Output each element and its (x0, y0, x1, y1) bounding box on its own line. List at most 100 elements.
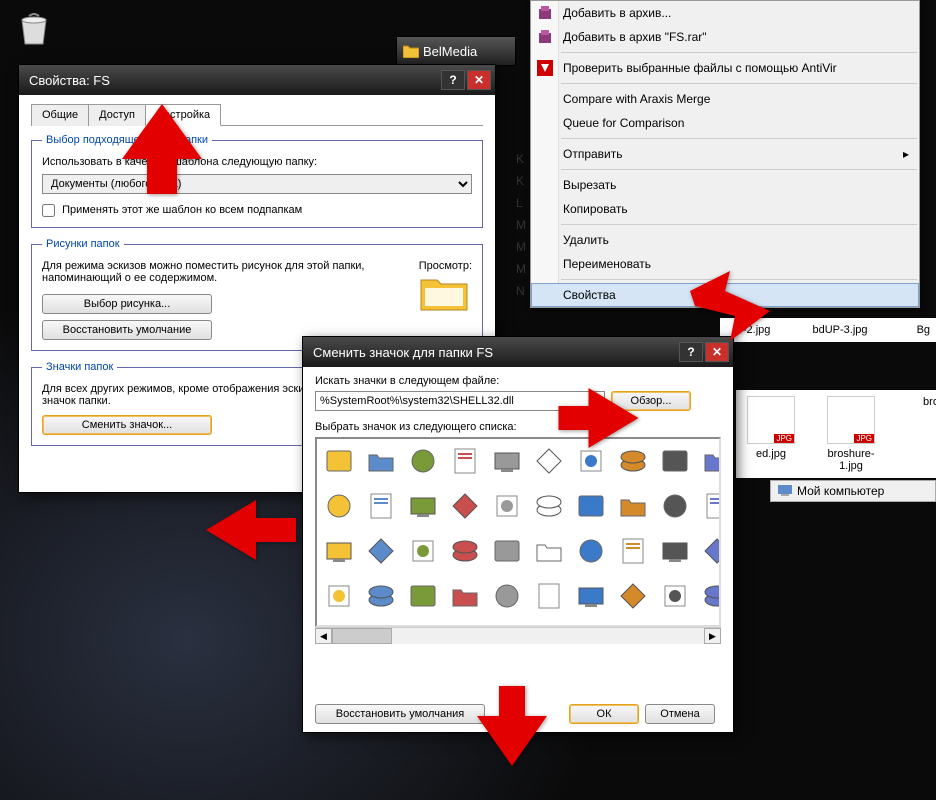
icon-option[interactable] (575, 580, 607, 612)
icon-option[interactable] (449, 490, 481, 522)
file-item[interactable]: Bg (891, 324, 936, 336)
menu-label: Копировать (563, 202, 628, 216)
menu-item-copy[interactable]: Копировать (531, 197, 919, 221)
tabs: Общие Доступ Настройка (31, 103, 483, 126)
menu-item-rename[interactable]: Переименовать (531, 252, 919, 276)
help-button[interactable] (679, 342, 703, 362)
my-computer-bar[interactable]: Мой компьютер (770, 480, 936, 502)
tab-settings[interactable]: Настройка (145, 104, 221, 126)
preview-label: Просмотр: (419, 260, 472, 272)
menu-item-delete[interactable]: Удалить (531, 228, 919, 252)
file-item[interactable]: bdUP-3.jpg (807, 324, 872, 336)
desktop-files-row-1: -2.jpg bdUP-3.jpg Bg (720, 318, 936, 342)
icon-option[interactable] (617, 445, 649, 477)
menu-item-add-archive-named[interactable]: Добавить в архив "FS.rar" (531, 25, 919, 49)
icon-path-input[interactable] (315, 391, 605, 411)
menu-label: Проверить выбранные файлы с помощью Anti… (563, 61, 837, 75)
restore-defaults-button[interactable]: Восстановить умолчания (315, 704, 485, 724)
folder-icon (403, 44, 419, 58)
icon-option[interactable] (491, 490, 523, 522)
icon-option[interactable] (323, 490, 355, 522)
icon-option[interactable] (575, 490, 607, 522)
icon-option[interactable] (701, 490, 721, 522)
icon-option[interactable] (323, 580, 355, 612)
file-item[interactable]: ed.jpg (740, 396, 802, 472)
choose-picture-button[interactable]: Выбор рисунка... (42, 294, 212, 314)
apply-sub-checkbox[interactable] (42, 204, 55, 217)
icon-option[interactable] (617, 535, 649, 567)
icon-option[interactable] (491, 535, 523, 567)
template-combo[interactable]: Документы (любого типа) (42, 174, 472, 194)
file-item[interactable]: bro (900, 396, 936, 472)
group-text: Для режима эскизов можно поместить рисун… (42, 260, 389, 284)
recycle-bin-icon[interactable] (14, 10, 54, 46)
antivir-icon (537, 60, 553, 76)
change-icon-dialog: Сменить значок для папки FS Искать значк… (302, 336, 734, 733)
icon-option[interactable] (449, 580, 481, 612)
icon-option[interactable] (533, 445, 565, 477)
icon-option[interactable] (533, 490, 565, 522)
scroll-thumb[interactable] (332, 628, 392, 644)
menu-label: Queue for Comparison (563, 116, 684, 130)
icon-option[interactable] (617, 490, 649, 522)
menu-label: Добавить в архив... (563, 6, 671, 20)
icon-option[interactable] (407, 535, 439, 567)
icon-option[interactable] (407, 490, 439, 522)
icon-option[interactable] (659, 490, 691, 522)
change-icon-button[interactable]: Сменить значок... (42, 415, 212, 435)
ok-button[interactable]: ОК (569, 704, 639, 724)
icon-option[interactable] (407, 445, 439, 477)
icon-option[interactable] (659, 535, 691, 567)
menu-item-send-to[interactable]: Отправить ▸ (531, 142, 919, 166)
menu-label: Добавить в архив "FS.rar" (563, 30, 707, 44)
close-button[interactable] (467, 70, 491, 90)
browse-button[interactable]: Обзор... (611, 391, 691, 411)
menu-item-properties[interactable]: Свойства (531, 283, 919, 307)
icon-option[interactable] (617, 580, 649, 612)
icon-option[interactable] (407, 580, 439, 612)
desktop-files-row-2: ed.jpg broshure-1.jpg bro (736, 390, 936, 478)
dialog-titlebar[interactable]: Сменить значок для папки FS (303, 337, 733, 367)
menu-item-queue-compare[interactable]: Queue for Comparison (531, 111, 919, 135)
scroll-right-icon[interactable]: ▶ (704, 628, 721, 644)
icon-option[interactable] (323, 535, 355, 567)
scroll-left-icon[interactable]: ◀ (315, 628, 332, 644)
cancel-button[interactable]: Отмена (645, 704, 715, 724)
icon-option[interactable] (575, 445, 607, 477)
checkbox-label: Применять этот же шаблон ко всем подпапк… (62, 204, 302, 216)
menu-label: Вырезать (563, 178, 616, 192)
tab-general[interactable]: Общие (31, 104, 89, 126)
icon-option[interactable] (449, 535, 481, 567)
icon-option[interactable] (659, 580, 691, 612)
horizontal-scrollbar[interactable]: ◀ ▶ (315, 627, 721, 644)
icon-option[interactable] (533, 580, 565, 612)
icon-option[interactable] (701, 580, 721, 612)
icon-option[interactable] (659, 445, 691, 477)
restore-default-button[interactable]: Восстановить умолчание (42, 320, 212, 340)
menu-item-cut[interactable]: Вырезать (531, 173, 919, 197)
apply-subfolders-checkbox[interactable]: Применять этот же шаблон ко всем подпапк… (42, 204, 302, 216)
icon-option[interactable] (701, 445, 721, 477)
icon-option[interactable] (491, 580, 523, 612)
icon-option[interactable] (365, 490, 397, 522)
computer-icon (777, 485, 793, 497)
icon-option[interactable] (323, 445, 355, 477)
menu-item-antivir[interactable]: Проверить выбранные файлы с помощью Anti… (531, 56, 919, 80)
menu-item-compare-araxis[interactable]: Compare with Araxis Merge (531, 87, 919, 111)
icon-option[interactable] (365, 535, 397, 567)
close-button[interactable] (705, 342, 729, 362)
icon-option[interactable] (701, 535, 721, 567)
file-item[interactable]: broshure-1.jpg (820, 396, 882, 472)
dialog-titlebar[interactable]: Свойства: FS (19, 65, 495, 95)
help-button[interactable] (441, 70, 465, 90)
icon-option[interactable] (365, 580, 397, 612)
icon-option[interactable] (365, 445, 397, 477)
tab-share[interactable]: Доступ (88, 104, 146, 126)
icon-option[interactable] (533, 535, 565, 567)
icon-grid[interactable] (315, 437, 721, 627)
icon-option[interactable] (491, 445, 523, 477)
menu-item-add-archive[interactable]: Добавить в архив... (531, 1, 919, 25)
file-item[interactable]: -2.jpg (724, 324, 789, 336)
icon-option[interactable] (449, 445, 481, 477)
icon-option[interactable] (575, 535, 607, 567)
